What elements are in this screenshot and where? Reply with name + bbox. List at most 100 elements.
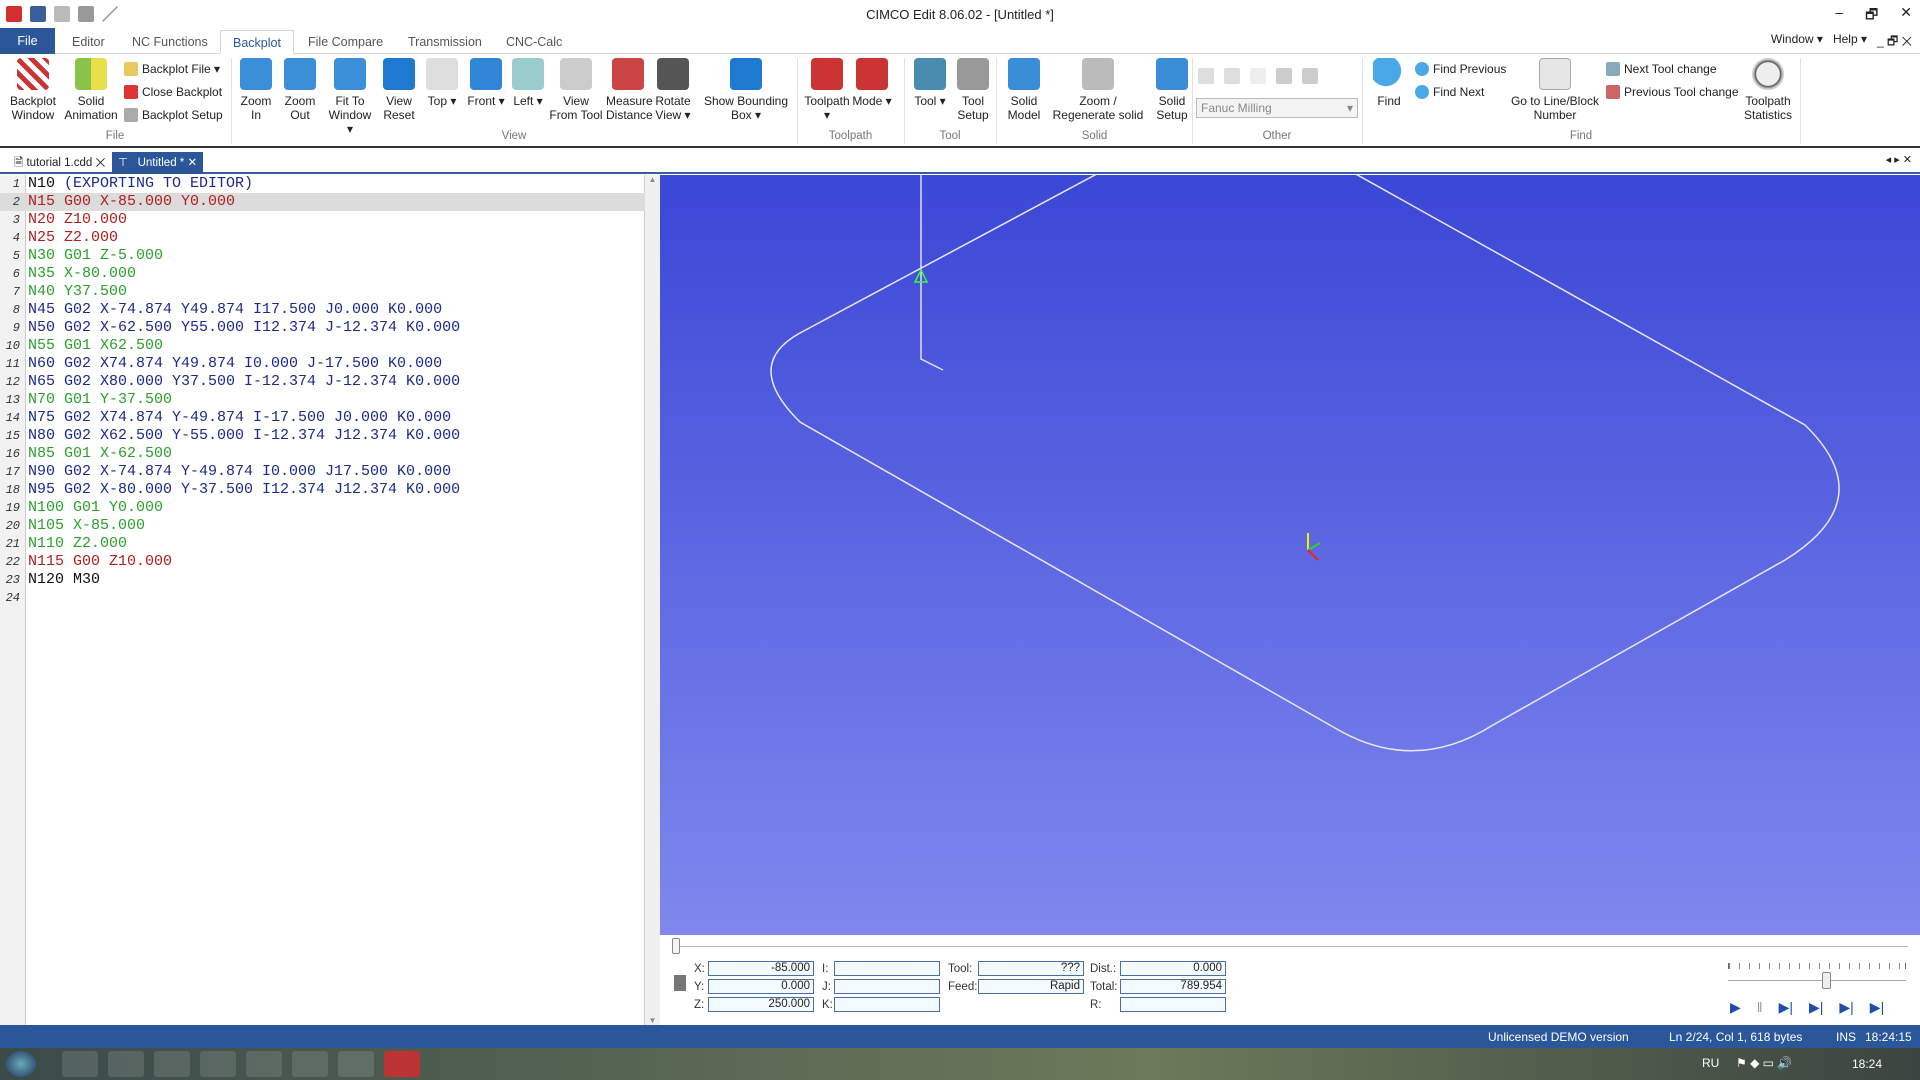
zoom-regenerate-solid-button[interactable]: Zoom / Regenerate solid xyxy=(1050,58,1146,122)
view-button-view-reset[interactable]: View Reset xyxy=(378,58,420,122)
code-line[interactable]: 21 N110 Z2.000 xyxy=(0,535,645,553)
window-menu[interactable]: Window ▾ xyxy=(1771,32,1823,53)
speed-slider-track[interactable] xyxy=(1728,980,1906,981)
taskbar-ie[interactable] xyxy=(62,1051,98,1077)
view-button-top[interactable]: Top ▾ xyxy=(422,58,462,108)
code-line[interactable]: 2 N15 G00 X-85.000 Y0.000 xyxy=(0,193,645,211)
machine-type-dropdown[interactable]: Fanuc Milling ▾ xyxy=(1196,98,1358,118)
doc-tab-tutorial[interactable]: 🗎 tutorial 1.cdd ✕ xyxy=(8,152,111,174)
code-line[interactable]: 19 N100 G01 Y0.000 xyxy=(0,499,645,517)
find-button[interactable]: Find xyxy=(1366,58,1412,108)
code-line[interactable]: 8 N45 G02 X-74.874 Y49.874 I17.500 J0.000… xyxy=(0,301,645,319)
code-line[interactable]: 22 N115 G00 Z10.000 xyxy=(0,553,645,571)
start-button[interactable] xyxy=(6,1051,36,1077)
help-menu[interactable]: Help ▾ xyxy=(1833,32,1867,53)
editor-scrollbar[interactable]: ▲ ▼ xyxy=(645,175,660,1025)
code-line[interactable]: 17 N90 G02 X-74.874 Y-49.874 I0.000 J17.5… xyxy=(0,463,645,481)
step-block-icon[interactable]: ▶| xyxy=(1809,999,1823,1016)
pause-icon[interactable]: ‖ xyxy=(1757,999,1763,1016)
toolpath-statistics-button[interactable]: Toolpath Statistics xyxy=(1738,58,1798,122)
code-line[interactable]: 9 N50 G02 X-62.500 Y55.000 I12.374 J-12.3… xyxy=(0,319,645,337)
view-button-rotate-view[interactable]: Rotate View ▾ xyxy=(652,58,694,122)
previous-tool-change-button[interactable]: Previous Tool change xyxy=(1606,85,1739,99)
code-editor[interactable]: 1 N10 (EXPORTING TO EDITOR) 2 N15 G00 X-85.… xyxy=(0,175,645,1025)
tab-scroll-controls[interactable]: ◂ ▸ ✕ xyxy=(1886,153,1912,166)
restore-button[interactable]: 🗗 xyxy=(1865,4,1878,28)
code-line[interactable]: 13 N70 G01 Y-37.500 xyxy=(0,391,645,409)
taskbar-media[interactable] xyxy=(154,1051,190,1077)
stl-icon[interactable] xyxy=(1276,68,1292,84)
code-line[interactable]: 18 N95 G02 X-80.000 Y-37.500 I12.374 J12.… xyxy=(0,481,645,499)
close-tab-icon[interactable]: ✕ xyxy=(96,157,106,169)
tab-nc-functions[interactable]: NC Functions xyxy=(120,30,220,54)
code-line[interactable]: 12 N65 G02 X80.000 Y37.500 I-12.374 J-12.… xyxy=(0,373,645,391)
code-line[interactable]: 1 N10 (EXPORTING TO EDITOR) xyxy=(0,175,645,193)
progress-slider-track[interactable] xyxy=(672,946,1908,947)
code-line[interactable]: 11 N60 G02 X74.874 Y49.874 I0.000 J-17.50… xyxy=(0,355,645,373)
backplot-file-button[interactable]: Backplot File ▾ xyxy=(124,62,220,76)
play-icon[interactable]: ▶ xyxy=(1730,999,1741,1016)
other-tool-icon[interactable] xyxy=(1198,68,1214,84)
code-line[interactable]: 23 N120 M30 xyxy=(0,571,645,589)
code-line[interactable]: 5 N30 G01 Z-5.000 xyxy=(0,247,645,265)
view-button-front[interactable]: Front ▾ xyxy=(466,58,506,108)
code-line[interactable]: 6 N35 X-80.000 xyxy=(0,265,645,283)
mdi-controls[interactable]: _ 🗗 ✕ xyxy=(1877,32,1912,53)
doc-tab-untitled[interactable]: ⊤ Untitled * ✕ xyxy=(112,152,204,174)
other-tool-icon[interactable] xyxy=(1224,68,1240,84)
backplot-window-button[interactable]: Backplot Window xyxy=(4,58,62,122)
code-line[interactable]: 14 N75 G02 X74.874 Y-49.874 I-17.500 J0.0… xyxy=(0,409,645,427)
taskbar-opera[interactable] xyxy=(200,1051,236,1077)
tool-button[interactable]: Tool ▾ xyxy=(910,58,950,108)
next-tool-change-button[interactable]: Next Tool change xyxy=(1606,62,1717,76)
find-next-button[interactable]: Find Next xyxy=(1415,85,1484,99)
mode-button[interactable]: Mode ▾ xyxy=(850,58,894,108)
code-line[interactable]: 10 N55 G01 X62.500 xyxy=(0,337,645,355)
taskbar-yandex[interactable] xyxy=(292,1051,328,1077)
find-previous-button[interactable]: Find Previous xyxy=(1415,62,1506,76)
solid-setup-button[interactable]: Solid Setup xyxy=(1150,58,1194,122)
tab-backplot[interactable]: Backplot xyxy=(220,30,294,54)
view-button-show-bounding-box[interactable]: Show Bounding Box ▾ xyxy=(694,58,798,122)
taskbar-explorer[interactable] xyxy=(108,1051,144,1077)
taskbar-clock[interactable]: 18:24 xyxy=(1852,1057,1882,1071)
minimize-button[interactable]: – xyxy=(1835,4,1843,28)
tab-editor[interactable]: Editor xyxy=(60,30,117,54)
progress-slider-thumb[interactable] xyxy=(672,938,680,954)
view-button-view-from-tool[interactable]: View From Tool xyxy=(548,58,604,122)
code-line[interactable]: 15 N80 G02 X62.500 Y-55.000 I-12.374 J12.… xyxy=(0,427,645,445)
view-button-measure-distance[interactable]: Measure Distance xyxy=(606,58,653,122)
toolpath-button[interactable]: Toolpath ▾ xyxy=(802,58,852,122)
code-line[interactable]: 7 N40 Y37.500 xyxy=(0,283,645,301)
tab-file-compare[interactable]: File Compare xyxy=(296,30,395,54)
close-button[interactable]: ✕ xyxy=(1900,4,1912,28)
step-tool-icon[interactable]: ▶| xyxy=(1870,999,1884,1016)
view-button-zoom-in[interactable]: Zoom In xyxy=(236,58,276,122)
speed-slider-thumb[interactable] xyxy=(1821,972,1831,989)
code-line[interactable]: 24 xyxy=(0,589,645,607)
backplot-setup-button[interactable]: Backplot Setup xyxy=(124,108,223,122)
view-button-left[interactable]: Left ▾ xyxy=(508,58,548,108)
tab-cnc-calc[interactable]: CNC-Calc xyxy=(494,30,574,54)
step-icon[interactable]: ▶| xyxy=(1779,999,1793,1016)
step-z-icon[interactable]: ▶| xyxy=(1839,999,1853,1016)
solid-model-button[interactable]: Solid Model xyxy=(1000,58,1048,122)
tab-transmission[interactable]: Transmission xyxy=(396,30,494,54)
other-tool-icon[interactable] xyxy=(1250,68,1266,84)
code-line[interactable]: 4 N25 Z2.000 xyxy=(0,229,645,247)
tray-icons[interactable]: ⚑ ◆ ▭ 🔊 xyxy=(1736,1056,1792,1070)
backplot-viewport[interactable] xyxy=(660,109,1920,935)
goto-line-button[interactable]: Go to Line/Block Number xyxy=(1508,58,1602,122)
taskbar-cimco[interactable] xyxy=(384,1051,420,1077)
close-tab-icon[interactable]: ✕ xyxy=(187,157,197,169)
view-button-fit-to-window[interactable]: Fit To Window ▾ xyxy=(324,58,376,136)
dxf-icon[interactable] xyxy=(1302,68,1318,84)
taskbar-firefox[interactable] xyxy=(246,1051,282,1077)
language-indicator[interactable]: RU xyxy=(1702,1056,1719,1070)
code-line[interactable]: 20 N105 X-85.000 xyxy=(0,517,645,535)
close-backplot-button[interactable]: Close Backplot xyxy=(124,85,222,99)
view-button-zoom-out[interactable]: Zoom Out xyxy=(280,58,320,122)
code-line[interactable]: 16 N85 G01 X-62.500 xyxy=(0,445,645,463)
solid-animation-button[interactable]: Solid Animation xyxy=(62,58,120,122)
tool-setup-button[interactable]: Tool Setup xyxy=(950,58,996,122)
